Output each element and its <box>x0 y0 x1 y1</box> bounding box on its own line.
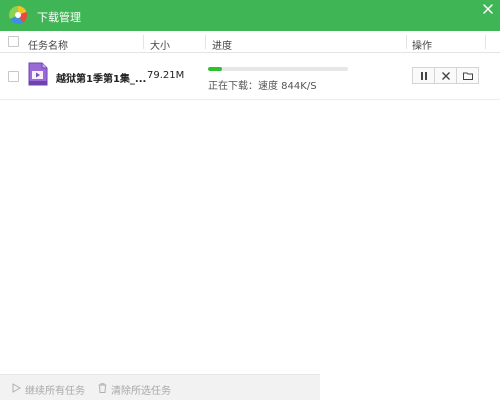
clear-selected-button[interactable]: 清除所选任务 <box>98 382 171 397</box>
folder-icon <box>463 72 473 80</box>
column-size-header: 大小 <box>150 41 170 52</box>
play-icon <box>12 383 21 393</box>
column-actions-header: 操作 <box>412 41 432 52</box>
delete-button[interactable] <box>434 67 457 84</box>
video-file-icon <box>28 62 48 86</box>
column-divider <box>143 35 144 49</box>
app-logo-icon <box>9 5 28 24</box>
resume-all-label: 继续所有任务 <box>25 386 85 397</box>
open-folder-button[interactable] <box>456 67 479 84</box>
trash-icon <box>98 383 107 393</box>
clear-selected-label: 清除所选任务 <box>111 386 171 397</box>
column-divider <box>205 35 206 49</box>
task-name: 越狱第1季第1集_... <box>56 74 147 85</box>
column-divider <box>485 35 486 49</box>
row-checkbox[interactable] <box>8 71 19 82</box>
close-icon[interactable] <box>480 1 496 17</box>
task-status: 正在下载：速度 844K/S <box>208 81 317 92</box>
column-progress-header: 进度 <box>212 41 232 52</box>
footer-bar: 继续所有任务 清除所选任务 <box>0 374 320 400</box>
list-header: 任务名称 大小 进度 操作 <box>0 31 500 53</box>
table-row[interactable]: 越狱第1季第1集_... 79.21M 正在下载：速度 844K/S <box>0 54 500 100</box>
task-size: 79.21M <box>147 70 185 81</box>
select-all-checkbox[interactable] <box>8 36 19 47</box>
column-divider <box>406 35 407 49</box>
window-title: 下载管理 <box>37 11 81 24</box>
pause-icon <box>421 72 427 80</box>
progress-fill <box>208 67 222 71</box>
delete-icon <box>442 72 450 80</box>
resume-all-button[interactable]: 继续所有任务 <box>12 382 85 397</box>
title-bar: 下载管理 <box>0 0 500 31</box>
progress-bar <box>208 67 348 71</box>
pause-button[interactable] <box>412 67 435 84</box>
column-name-header: 任务名称 <box>28 41 68 52</box>
